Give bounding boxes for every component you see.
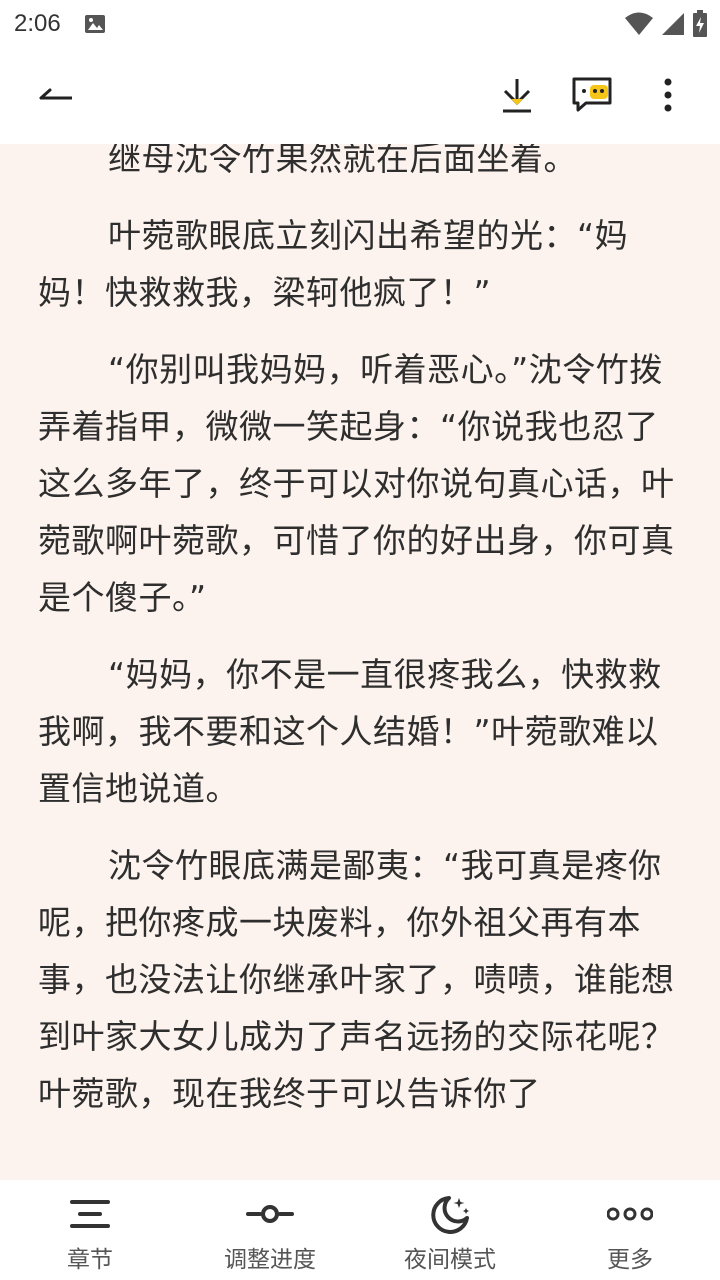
more-options-button[interactable] — [648, 74, 688, 120]
bottom-toolbar: 章节 调整进度 夜间模式 更多 — [0, 1180, 720, 1280]
cell-signal-icon — [660, 11, 686, 41]
paragraph: “你别叫我妈妈，听着恶心。”沈令竹拨弄着指甲，微微一笑起身：“你说我也忍了这么多… — [38, 350, 675, 617]
nav-label-more: 更多 — [607, 1247, 653, 1273]
battery-icon — [692, 10, 708, 42]
nav-label-chapters: 章节 — [67, 1247, 113, 1273]
comment-icon — [570, 75, 614, 117]
wifi-icon — [624, 11, 654, 41]
night-moon-icon — [429, 1194, 471, 1234]
download-icon — [500, 77, 534, 119]
back-arrow-icon — [38, 86, 74, 110]
menu-list-icon — [70, 1194, 110, 1234]
status-bar: 2:06 — [0, 0, 720, 48]
night-mode-button[interactable]: 夜间模式 — [360, 1180, 540, 1280]
chapters-button[interactable]: 章节 — [0, 1180, 180, 1280]
paragraph: 继母沈令竹果然就在后面坐着。 — [108, 144, 577, 178]
adjust-progress-button[interactable]: 调整进度 — [180, 1180, 360, 1280]
more-button[interactable]: 更多 — [540, 1180, 720, 1280]
status-time: 2:06 — [14, 10, 61, 37]
top-app-bar — [0, 48, 720, 144]
download-button[interactable] — [494, 76, 540, 120]
nav-label-progress: 调整进度 — [224, 1247, 316, 1273]
nav-label-night-mode: 夜间模式 — [404, 1247, 496, 1273]
image-notification-icon — [83, 12, 107, 36]
comment-button[interactable] — [568, 74, 616, 118]
paragraph: “妈妈，你不是一直很疼我么，快救救我啊，我不要和这个人结婚！”叶菀歌难以置信地说… — [38, 655, 662, 808]
reader-content[interactable]: 继母沈令竹果然就在后面坐着。 叶菀歌眼底立刻闪出希望的光：“妈妈！快救救我，梁轲… — [0, 144, 720, 1180]
back-button[interactable] — [34, 78, 78, 118]
paragraph: 叶菀歌眼底立刻闪出希望的光：“妈妈！快救救我，梁轲他疯了！” — [38, 216, 629, 312]
status-icons — [624, 10, 708, 42]
paragraph: 沈令竹眼底满是鄙夷：“我可真是疼你呢，把你疼成一块废料，你外祖父再有本事，也没法… — [38, 846, 675, 1113]
progress-slider-icon — [246, 1194, 294, 1234]
more-horizontal-icon — [607, 1194, 653, 1234]
more-vertical-icon — [663, 78, 673, 116]
